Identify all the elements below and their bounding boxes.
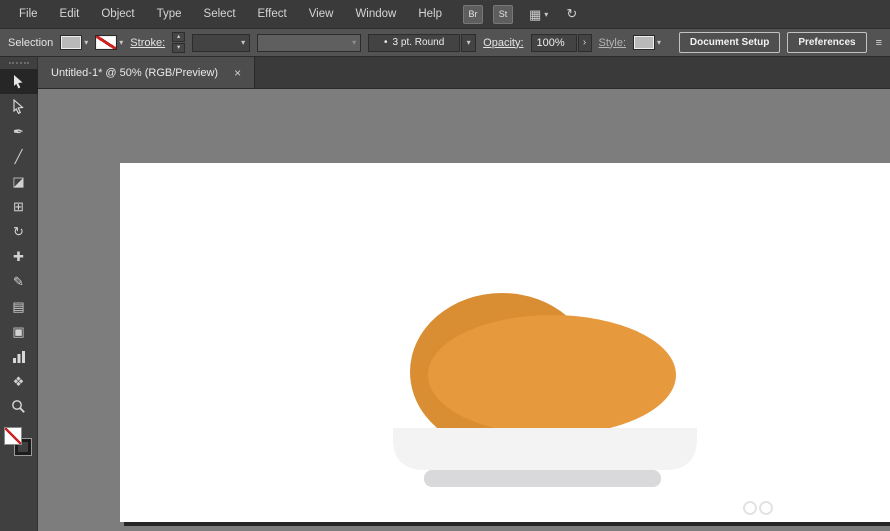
menu-effect[interactable]: Effect — [247, 8, 298, 20]
workspace-grid-icon: ▦ — [529, 8, 541, 21]
sync-icon[interactable]: ↻ — [566, 6, 577, 22]
paintbrush-icon: ✒ — [13, 124, 24, 140]
column-graph-icon — [12, 350, 26, 364]
document-tab[interactable]: Untitled-1* @ 50% (RGB/Preview) × — [38, 57, 255, 88]
line-icon: ╱ — [15, 149, 23, 165]
artwork — [120, 163, 890, 522]
opacity-input[interactable]: 100% — [531, 34, 577, 52]
chevron-down-icon: ▾ — [544, 10, 548, 19]
close-icon[interactable]: × — [234, 66, 241, 80]
rotate-tool[interactable]: ↻ — [0, 219, 38, 244]
stepper-down-icon[interactable]: ▾ — [172, 43, 185, 53]
document-tab-title: Untitled-1* @ 50% (RGB/Preview) — [51, 67, 218, 79]
width-profile-combo[interactable]: ▾ — [257, 34, 361, 52]
fill-swatch-none[interactable] — [4, 427, 22, 445]
menu-type[interactable]: Type — [146, 8, 193, 20]
bread-front-shape[interactable] — [428, 315, 676, 435]
style-dropdown[interactable]: ▾ — [633, 35, 661, 50]
stock-badge[interactable]: St — [493, 5, 513, 24]
pencil-icon: ✎ — [13, 274, 24, 290]
fill-color-swatch — [60, 35, 82, 50]
selection-tool[interactable] — [0, 69, 38, 94]
brush-definition-combo[interactable]: • 3 pt. Round — [368, 34, 460, 52]
chevron-down-icon: ▾ — [352, 38, 356, 47]
chevron-down-icon: ▾ — [84, 38, 88, 47]
rotate-icon: ↻ — [13, 224, 24, 240]
selection-label: Selection — [8, 37, 53, 49]
plate-base-shape[interactable] — [424, 470, 661, 487]
pencil-tool[interactable]: ✎ — [0, 269, 38, 294]
opacity-flyout-button[interactable]: › — [578, 34, 592, 52]
menu-view[interactable]: View — [298, 8, 345, 20]
eraser-tool[interactable]: ◪ — [0, 169, 38, 194]
document-column: Untitled-1* @ 50% (RGB/Preview) × — [38, 57, 890, 531]
chevron-down-icon: ▾ — [119, 38, 123, 47]
preferences-button[interactable]: Preferences — [787, 32, 866, 53]
menu-bar: File Edit Object Type Select Effect View… — [0, 0, 890, 28]
brush-definition-value: 3 pt. Round — [393, 37, 445, 48]
paintbrush-tool[interactable]: ✒ — [0, 119, 38, 144]
gradient-icon: ▤ — [12, 299, 24, 315]
menu-window[interactable]: Window — [344, 8, 407, 20]
zoom-icon — [11, 399, 26, 414]
plate-shape[interactable] — [393, 428, 697, 470]
menu-file[interactable]: File — [8, 8, 49, 20]
menu-select[interactable]: Select — [193, 8, 247, 20]
document-tab-bar: Untitled-1* @ 50% (RGB/Preview) × — [38, 57, 890, 89]
menu-edit[interactable]: Edit — [49, 8, 91, 20]
fill-color-dropdown[interactable]: ▾ — [60, 35, 88, 50]
direct-selection-arrow-icon — [11, 99, 26, 114]
brush-preview-dot: • — [384, 37, 388, 48]
direct-selection-tool[interactable] — [0, 94, 38, 119]
flyout-arrow-icon: › — [583, 37, 586, 48]
tools-panel: ✒ ╱ ◪ ⊞ ↻ ✚ ✎ ▤ ▣ — [0, 57, 38, 531]
selection-arrow-icon — [11, 74, 26, 89]
fill-stroke-indicator[interactable] — [4, 427, 34, 459]
menu-object[interactable]: Object — [90, 8, 145, 20]
brush-dropdown-button[interactable]: ▾ — [461, 34, 476, 52]
chevron-down-icon: ▾ — [657, 38, 661, 47]
opacity-label[interactable]: Opacity: — [483, 37, 523, 49]
anchor-point-tool[interactable]: ✚ — [0, 244, 38, 269]
stroke-weight-stepper[interactable]: ▴ ▾ — [172, 32, 185, 53]
stroke-none-swatch — [95, 35, 117, 50]
stroke-weight-label[interactable]: Stroke: — [130, 37, 165, 49]
artboard-tool[interactable]: ⊞ — [0, 194, 38, 219]
stroke-weight-combo[interactable]: ▾ — [192, 34, 250, 52]
artboard[interactable] — [120, 163, 890, 522]
panel-grip[interactable] — [9, 62, 29, 64]
shape-builder-icon: ▣ — [12, 324, 24, 340]
faint-dot-right[interactable] — [760, 502, 772, 514]
gradient-tool[interactable]: ▤ — [0, 294, 38, 319]
bridge-badge[interactable]: Br — [463, 5, 483, 24]
control-bar: Selection ▾ ▾ Stroke: ▴ ▾ ▾ ▾ • 3 pt. Ro… — [0, 28, 890, 57]
zoom-tool[interactable] — [0, 394, 38, 419]
chevron-down-icon: ▾ — [241, 38, 245, 47]
stroke-color-dropdown[interactable]: ▾ — [95, 35, 123, 50]
blend-tool[interactable]: ❖ — [0, 369, 38, 394]
style-label[interactable]: Style: — [599, 37, 627, 49]
eraser-icon: ◪ — [12, 174, 24, 190]
workspace-switcher[interactable]: ▦ ▾ — [529, 8, 548, 21]
menu-help[interactable]: Help — [407, 8, 453, 20]
panel-menu-icon[interactable]: ≡ — [876, 37, 882, 49]
artboard-icon: ⊞ — [13, 199, 24, 215]
shape-builder-tool[interactable]: ▣ — [0, 319, 38, 344]
chevron-down-icon: ▾ — [467, 38, 471, 47]
stepper-up-icon[interactable]: ▴ — [172, 32, 185, 42]
document-setup-button[interactable]: Document Setup — [679, 32, 780, 53]
canvas-area[interactable] — [38, 89, 890, 531]
main-area: ✒ ╱ ◪ ⊞ ↻ ✚ ✎ ▤ ▣ — [0, 57, 890, 531]
style-swatch — [633, 35, 655, 50]
column-graph-tool[interactable] — [0, 344, 38, 369]
blend-icon: ❖ — [13, 374, 25, 390]
anchor-point-icon: ✚ — [13, 249, 24, 265]
faint-dot-left[interactable] — [744, 502, 756, 514]
opacity-value: 100% — [537, 37, 565, 49]
line-segment-tool[interactable]: ╱ — [0, 144, 38, 169]
